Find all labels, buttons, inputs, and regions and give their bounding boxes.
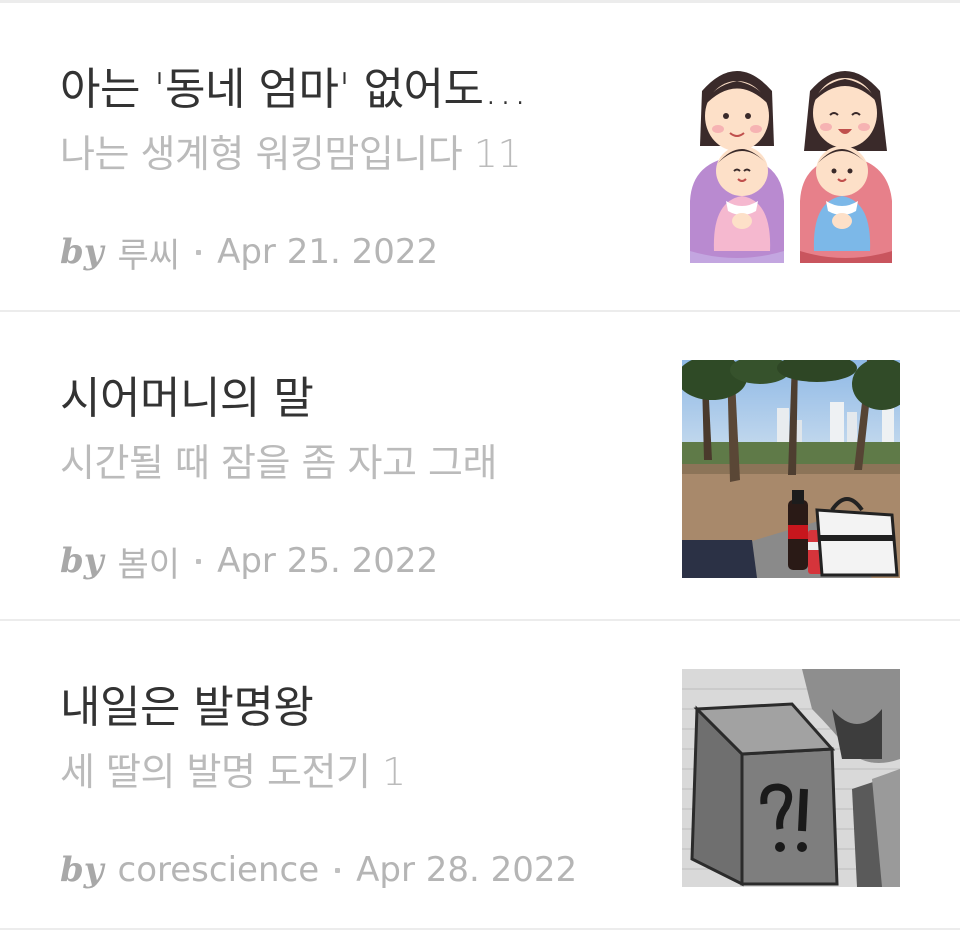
publish-date: Apr 21. 2022: [217, 232, 439, 272]
publish-date: Apr 25. 2022: [217, 541, 439, 581]
author-name[interactable]: corescience: [118, 850, 320, 890]
by-label: by: [60, 232, 104, 272]
article-title[interactable]: 내일은 발명왕: [60, 671, 620, 735]
article-meta: by corescience Apr 28. 2022: [60, 847, 577, 893]
article-title[interactable]: 시어머니의 말: [60, 362, 620, 426]
author-name[interactable]: 봄이: [118, 537, 181, 586]
by-label: by: [60, 541, 104, 581]
article-item[interactable]: 아는 '동네 엄마' 없어도… 나는 생계형 워킹맘입니다 11 by 루씨 A…: [0, 3, 960, 312]
article-meta: by 루씨 Apr 21. 2022: [60, 228, 439, 277]
article-thumbnail[interactable]: [682, 360, 900, 578]
separator-dot: [196, 558, 202, 564]
article-meta: by 봄이 Apr 25. 2022: [60, 537, 439, 586]
article-list: 아는 '동네 엄마' 없어도… 나는 생계형 워킹맘입니다 11 by 루씨 A…: [0, 3, 960, 930]
article-subtitle: 세 딸의 발명 도전기 1: [60, 750, 406, 794]
mothers-with-babies-illustration: [682, 51, 900, 269]
park-picnic-photo: [682, 360, 900, 578]
article-item[interactable]: 내일은 발명왕 세 딸의 발명 도전기 1 by corescience Apr…: [0, 621, 960, 930]
article-subtitle: 나는 생계형 워킹맘입니다 11: [60, 132, 522, 176]
article-title[interactable]: 아는 '동네 엄마' 없어도…: [60, 53, 620, 117]
separator-dot: [335, 867, 341, 873]
pencil-drawing-photo: [682, 669, 900, 887]
publish-date: Apr 28. 2022: [356, 850, 578, 890]
separator-dot: [196, 249, 202, 255]
by-label: by: [60, 850, 104, 890]
author-name[interactable]: 루씨: [118, 228, 181, 277]
article-thumbnail[interactable]: [682, 669, 900, 887]
article-subtitle: 시간될 때 잠을 좀 자고 그래: [60, 441, 497, 485]
article-item[interactable]: 시어머니의 말 시간될 때 잠을 좀 자고 그래 by 봄이 Apr 25. 2…: [0, 312, 960, 621]
article-thumbnail[interactable]: [682, 51, 900, 269]
